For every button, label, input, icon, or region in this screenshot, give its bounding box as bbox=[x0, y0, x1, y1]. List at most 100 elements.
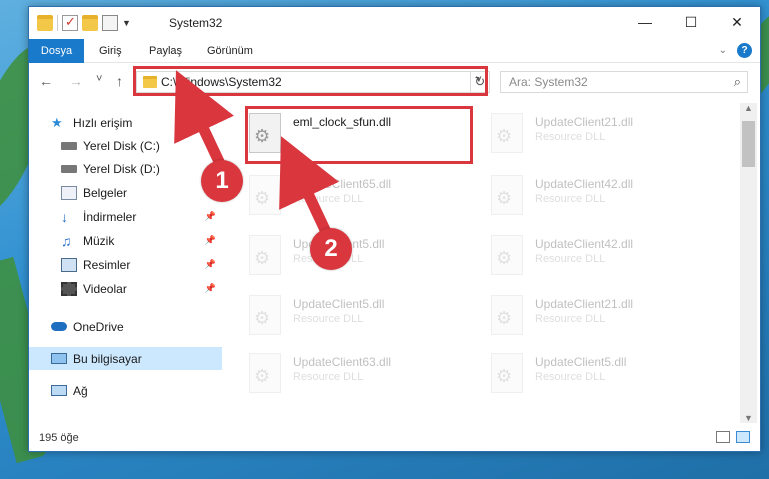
cloud-icon bbox=[51, 322, 67, 331]
network-icon bbox=[51, 385, 67, 396]
file-name: UpdateClient21.dll bbox=[535, 115, 634, 129]
details-view-icon[interactable] bbox=[716, 431, 730, 443]
drive-icon bbox=[61, 141, 77, 150]
file-item[interactable]: UpdateClient5.dll Resource DLL bbox=[245, 231, 465, 287]
sidebar-item-music[interactable]: ♫ Müzik 📌 bbox=[29, 229, 222, 252]
sidebar-item-onedrive[interactable]: OneDrive bbox=[29, 315, 222, 338]
pin-icon[interactable]: 📌 bbox=[205, 283, 216, 294]
file-name: UpdateClient5.dll bbox=[293, 297, 385, 311]
navigation-pane: ★ Hızlı erişim Yerel Disk (C:) Yerel Dis… bbox=[29, 103, 222, 423]
search-input[interactable]: Ara: System32 ⌕ bbox=[500, 71, 748, 93]
documents-icon bbox=[61, 185, 77, 200]
drive-icon bbox=[61, 164, 77, 173]
scroll-thumb[interactable] bbox=[742, 121, 755, 167]
item-count: 195 öğe bbox=[39, 432, 79, 444]
file-type: Resource DLL bbox=[293, 313, 364, 325]
file-item[interactable]: UpdateClient5.dll Resource DLL bbox=[487, 349, 707, 405]
sidebar-item-drive-c[interactable]: Yerel Disk (C:) bbox=[29, 134, 222, 157]
up-arrow-icon[interactable]: ↑ bbox=[116, 73, 123, 89]
close-button[interactable]: ✕ bbox=[714, 7, 760, 37]
sidebar-item-label: Belgeler bbox=[83, 185, 128, 200]
tab-share[interactable]: Paylaş bbox=[149, 39, 182, 63]
sidebar-item-pictures[interactable]: Resimler 📌 bbox=[29, 253, 222, 276]
toolbar-dropdown-icon[interactable]: ▼ bbox=[122, 18, 131, 28]
star-icon: ★ bbox=[51, 114, 63, 130]
file-item[interactable]: UpdateClient42.dll Resource DLL bbox=[487, 231, 707, 287]
search-placeholder: Ara: System32 bbox=[509, 75, 588, 89]
dll-file-icon bbox=[491, 295, 523, 335]
file-item[interactable]: UpdateClient65.dll Resource DLL bbox=[245, 171, 465, 227]
file-name: UpdateClient21.dll bbox=[535, 297, 634, 311]
sidebar-item-downloads[interactable]: ↓ İndirmeler 📌 bbox=[29, 205, 222, 228]
minimize-button[interactable]: — bbox=[622, 7, 668, 37]
sidebar-item-videos[interactable]: Videolar 📌 bbox=[29, 277, 222, 300]
sidebar-item-label: Hızlı erişim bbox=[73, 115, 133, 130]
customize-toolbar-icon[interactable] bbox=[102, 15, 118, 31]
file-name: UpdateClient5.dll bbox=[535, 355, 627, 369]
status-bar: 195 öğe bbox=[29, 427, 760, 451]
tab-home[interactable]: Giriş bbox=[99, 39, 122, 63]
sidebar-item-label: OneDrive bbox=[73, 319, 124, 334]
file-item[interactable]: UpdateClient21.dll Resource DLL bbox=[487, 109, 707, 165]
sidebar-item-label: Yerel Disk (C:) bbox=[83, 138, 160, 153]
file-item[interactable]: UpdateClient5.dll Resource DLL bbox=[245, 291, 465, 347]
file-type: Resource DLL bbox=[535, 193, 606, 205]
pin-icon[interactable]: 📌 bbox=[205, 259, 216, 270]
sidebar-item-label: Ağ bbox=[73, 383, 88, 398]
music-icon: ♫ bbox=[61, 232, 72, 249]
sidebar-item-label: İndirmeler bbox=[83, 209, 137, 224]
forward-arrow-icon[interactable]: → bbox=[69, 73, 83, 89]
tab-view[interactable]: Görünüm bbox=[207, 39, 253, 63]
sidebar-item-this-pc[interactable]: Bu bilgisayar bbox=[29, 347, 222, 370]
file-name: UpdateClient42.dll bbox=[535, 177, 634, 191]
quick-access-toolbar: ▼ bbox=[37, 14, 131, 31]
tab-file[interactable]: Dosya bbox=[29, 39, 84, 63]
file-name: UpdateClient63.dll bbox=[293, 355, 392, 369]
toolbar-divider bbox=[57, 15, 58, 31]
view-toggle bbox=[716, 431, 750, 443]
vertical-scrollbar[interactable]: ▲ ▼ bbox=[740, 103, 757, 423]
dll-file-icon bbox=[491, 175, 523, 215]
sidebar-item-label: Yerel Disk (D:) bbox=[83, 161, 160, 176]
recent-locations-icon[interactable]: ˅ bbox=[96, 73, 102, 85]
sidebar-item-network[interactable]: Ağ bbox=[29, 379, 222, 402]
sidebar-item-label: Videolar bbox=[83, 281, 127, 296]
file-item[interactable]: UpdateClient63.dll Resource DLL bbox=[245, 349, 465, 405]
large-icons-view-icon[interactable] bbox=[736, 431, 750, 443]
download-icon: ↓ bbox=[61, 208, 68, 225]
new-folder-icon[interactable] bbox=[82, 15, 98, 31]
file-name: UpdateClient42.dll bbox=[535, 237, 634, 251]
address-highlight-box bbox=[133, 66, 488, 96]
maximize-button[interactable]: ☐ bbox=[668, 7, 714, 37]
pin-icon[interactable]: 📌 bbox=[205, 211, 216, 222]
dll-file-icon bbox=[491, 113, 523, 153]
file-type: Resource DLL bbox=[535, 131, 606, 143]
step-2-badge: 2 bbox=[310, 228, 352, 270]
sidebar-item-quick-access[interactable]: ★ Hızlı erişim bbox=[29, 111, 222, 134]
help-icon[interactable]: ? bbox=[737, 43, 752, 58]
file-type: Resource DLL bbox=[535, 253, 606, 265]
videos-icon bbox=[61, 281, 77, 296]
chevron-down-icon[interactable]: ⌄ bbox=[719, 45, 727, 56]
scroll-up-icon[interactable]: ▲ bbox=[740, 103, 757, 113]
search-icon[interactable]: ⌕ bbox=[734, 74, 741, 90]
folder-icon bbox=[37, 15, 53, 31]
sidebar-item-documents[interactable]: Belgeler bbox=[29, 181, 222, 204]
file-item[interactable]: UpdateClient21.dll Resource DLL bbox=[487, 291, 707, 347]
file-item[interactable]: UpdateClient42.dll Resource DLL bbox=[487, 171, 707, 227]
file-type: Resource DLL bbox=[535, 313, 606, 325]
dll-file-icon bbox=[249, 175, 281, 215]
step-1-badge: 1 bbox=[201, 160, 243, 202]
sidebar-item-label: Resimler bbox=[83, 257, 131, 272]
pin-icon[interactable]: 📌 bbox=[205, 235, 216, 246]
title-bar: ▼ System32 — ☐ ✕ bbox=[29, 7, 760, 39]
sidebar-item-drive-d[interactable]: Yerel Disk (D:) bbox=[29, 157, 222, 180]
dll-file-icon bbox=[491, 353, 523, 393]
back-arrow-icon[interactable]: ← bbox=[39, 73, 53, 89]
computer-icon bbox=[51, 353, 67, 364]
window-title: System32 bbox=[169, 16, 223, 30]
scroll-down-icon[interactable]: ▼ bbox=[740, 413, 757, 423]
dll-file-icon bbox=[249, 353, 281, 393]
properties-check-icon[interactable] bbox=[62, 14, 78, 31]
dll-file-icon bbox=[491, 235, 523, 275]
